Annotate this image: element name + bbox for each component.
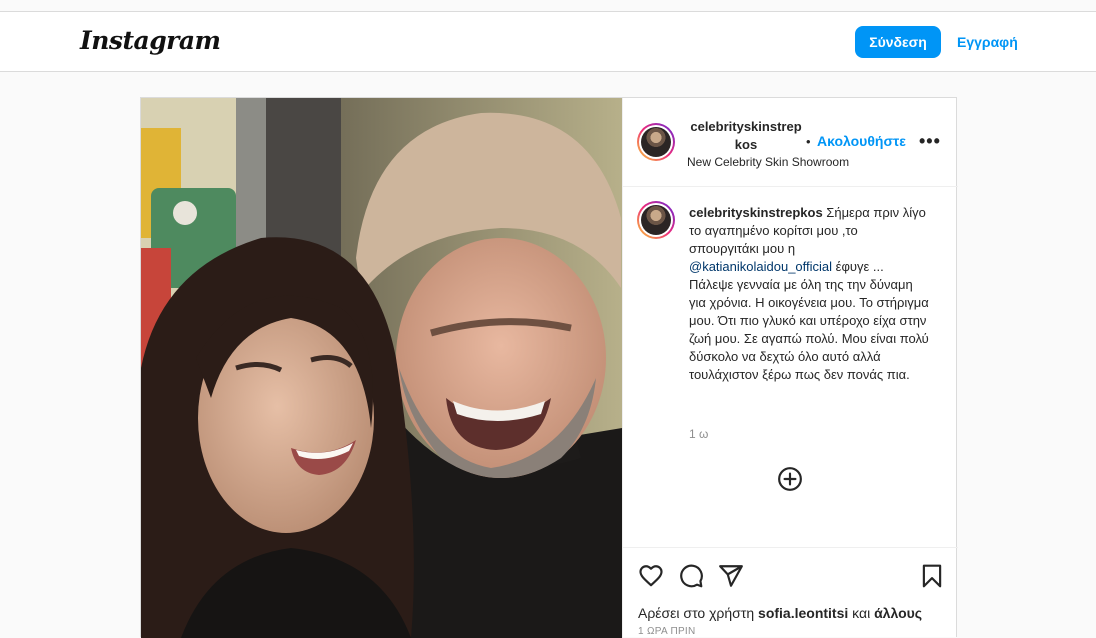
likes-prefix: Αρέσει στο χρήστη [638, 605, 759, 621]
heart-icon[interactable] [638, 563, 664, 589]
caption-text: celebrityskinstrepkos Σήμερα πριν λίγο τ… [689, 204, 929, 384]
separator-dot: • [806, 134, 811, 149]
likes-user-link[interactable]: sofia.leontitsi [758, 605, 848, 621]
more-icon[interactable]: ••• [919, 131, 941, 152]
browser-top-strip [0, 0, 1096, 12]
caption-body-end: έφυγε ... Πάλεψε γενναία με όλη της την … [689, 259, 929, 382]
likes-summary: Αρέσει στο χρήστη sofia.leontitsi και άλ… [638, 605, 922, 621]
post-sidebar: celebrityskinstrep kos • Ακολουθήστε •••… [622, 98, 958, 638]
post-actions: Αρέσει στο χρήστη sofia.leontitsi και άλ… [623, 547, 958, 638]
top-navbar: Instagram Σύνδεση Εγγραφή [0, 12, 1096, 72]
likes-others-link[interactable]: άλλους [874, 605, 922, 621]
instagram-logo[interactable]: Instagram [80, 26, 221, 55]
post-photo-image [141, 98, 622, 638]
post-location[interactable]: New Celebrity Skin Showroom [687, 155, 849, 169]
comment-icon[interactable] [678, 563, 704, 589]
author-username-line2: kos [734, 137, 758, 152]
signup-link[interactable]: Εγγραφή [957, 34, 1018, 50]
post-header: celebrityskinstrep kos • Ακολουθήστε •••… [623, 98, 958, 187]
plus-circle-icon[interactable] [777, 466, 803, 492]
post-card: celebrityskinstrep kos • Ακολουθήστε •••… [140, 97, 958, 638]
bookmark-icon[interactable] [919, 563, 945, 589]
caption-username[interactable]: celebrityskinstrepkos [689, 205, 823, 220]
author-username-line1: celebrityskinstrep [690, 119, 802, 134]
follow-button[interactable]: Ακολουθήστε [817, 133, 906, 149]
author-avatar[interactable] [637, 123, 675, 161]
caption-avatar[interactable] [637, 201, 675, 239]
post-photo[interactable] [141, 98, 622, 638]
author-username[interactable]: celebrityskinstrep kos [687, 118, 805, 154]
share-icon[interactable] [718, 563, 744, 589]
caption-timestamp: 1 ω [689, 427, 709, 441]
likes-middle: και [848, 605, 875, 621]
caption-mention-link[interactable]: @katianikolaidou_official [689, 259, 832, 274]
login-button[interactable]: Σύνδεση [855, 26, 941, 58]
